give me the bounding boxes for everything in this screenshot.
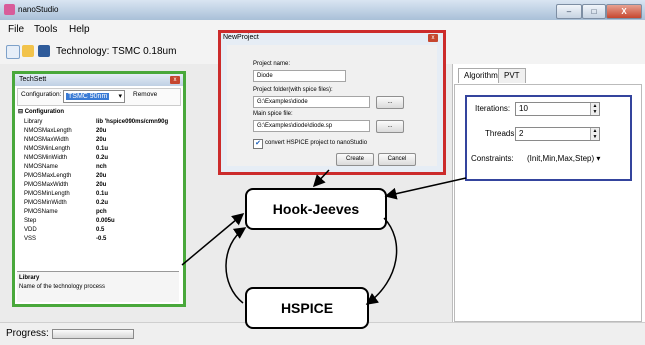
arrow-hspice-to-hookjeeves [225, 227, 247, 304]
arrow-hookjeeves-to-hspice [365, 217, 398, 305]
arrow-newproject-to-hookjeeves [312, 169, 330, 188]
flow-arrows [181, 169, 467, 305]
arrow-algorithm-to-hookjeeves [384, 177, 467, 200]
